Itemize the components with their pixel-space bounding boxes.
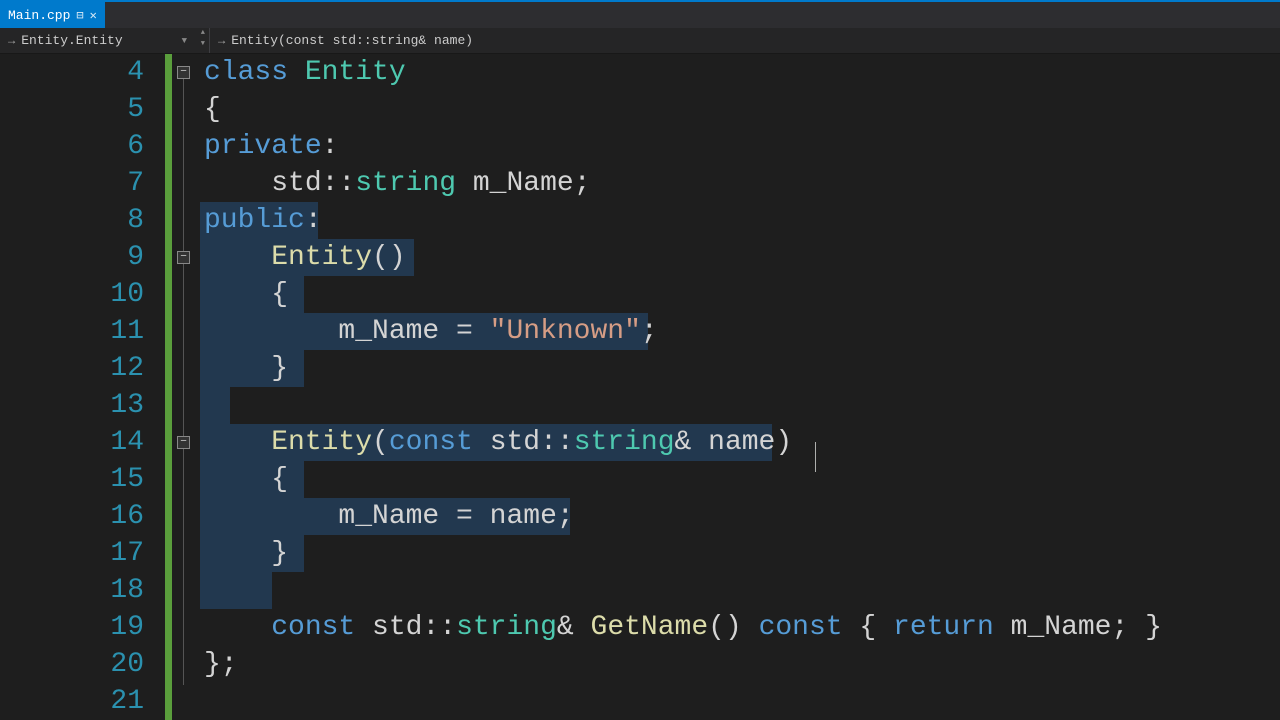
code-line[interactable]: const std::string& GetName() const { ret… <box>204 609 1280 646</box>
line-number: 17 <box>0 535 144 572</box>
code-line[interactable]: { <box>204 276 1280 313</box>
code-line[interactable]: class Entity <box>204 54 1280 91</box>
line-number: 21 <box>0 683 144 720</box>
fold-toggle[interactable]: − <box>177 251 190 264</box>
pin-icon[interactable]: ⊟ <box>76 8 83 23</box>
line-number: 11 <box>0 313 144 350</box>
scope-spinner[interactable]: ▲▼ <box>201 28 205 50</box>
text-cursor <box>815 442 816 472</box>
code-line[interactable]: m_Name = "Unknown"; <box>204 313 1280 350</box>
line-number: 6 <box>0 128 144 165</box>
chevron-down-icon[interactable]: ▼ <box>182 36 187 46</box>
line-number: 18 <box>0 572 144 609</box>
fold-guide <box>183 79 184 685</box>
line-number: 4 <box>0 54 144 91</box>
fold-toggle[interactable]: − <box>177 66 190 79</box>
code-line[interactable] <box>204 683 1280 720</box>
fold-column: − − − <box>172 54 200 720</box>
line-number: 19 <box>0 609 144 646</box>
line-number: 14 <box>0 424 144 461</box>
member-dropdown[interactable]: → Entity(const std::string& name) <box>210 28 1280 53</box>
tab-filename: Main.cpp <box>8 8 70 23</box>
code-line[interactable]: std::string m_Name; <box>204 165 1280 202</box>
line-number: 12 <box>0 350 144 387</box>
scope-label: Entity.Entity <box>21 33 122 48</box>
code-line[interactable] <box>204 387 1280 424</box>
code-line[interactable]: Entity() <box>204 239 1280 276</box>
code-line[interactable] <box>204 572 1280 609</box>
tab-bar: Main.cpp ⊟ ✕ <box>0 0 1280 28</box>
code-line[interactable]: Entity(const std::string& name) <box>204 424 1280 461</box>
line-number: 20 <box>0 646 144 683</box>
fold-toggle[interactable]: − <box>177 436 190 449</box>
code-line[interactable]: } <box>204 350 1280 387</box>
code-line[interactable]: m_Name = name; <box>204 498 1280 535</box>
line-number: 10 <box>0 276 144 313</box>
code-line[interactable]: }; <box>204 646 1280 683</box>
code-editor[interactable]: 456789101112131415161718192021 − − − cla… <box>0 54 1280 720</box>
line-number: 9 <box>0 239 144 276</box>
line-number: 15 <box>0 461 144 498</box>
arrow-right-icon: → <box>218 34 225 48</box>
navigation-bar: → Entity.Entity ▼ ▲▼ → Entity(const std:… <box>0 28 1280 54</box>
line-number: 5 <box>0 91 144 128</box>
code-line[interactable]: { <box>204 91 1280 128</box>
code-line[interactable]: private: <box>204 128 1280 165</box>
line-number: 8 <box>0 202 144 239</box>
line-number-gutter: 456789101112131415161718192021 <box>0 54 165 720</box>
code-line[interactable]: public: <box>204 202 1280 239</box>
scope-dropdown[interactable]: → Entity.Entity ▼ ▲▼ <box>0 28 210 53</box>
line-number: 13 <box>0 387 144 424</box>
code-area[interactable]: class Entity { private: std::string m_Na… <box>200 54 1280 720</box>
line-number: 16 <box>0 498 144 535</box>
change-indicator <box>165 54 172 720</box>
line-number: 7 <box>0 165 144 202</box>
close-icon[interactable]: ✕ <box>90 8 97 23</box>
arrow-right-icon: → <box>8 34 15 48</box>
code-line[interactable]: { <box>204 461 1280 498</box>
member-label: Entity(const std::string& name) <box>231 33 473 48</box>
code-line[interactable]: } <box>204 535 1280 572</box>
file-tab[interactable]: Main.cpp ⊟ ✕ <box>0 2 105 28</box>
